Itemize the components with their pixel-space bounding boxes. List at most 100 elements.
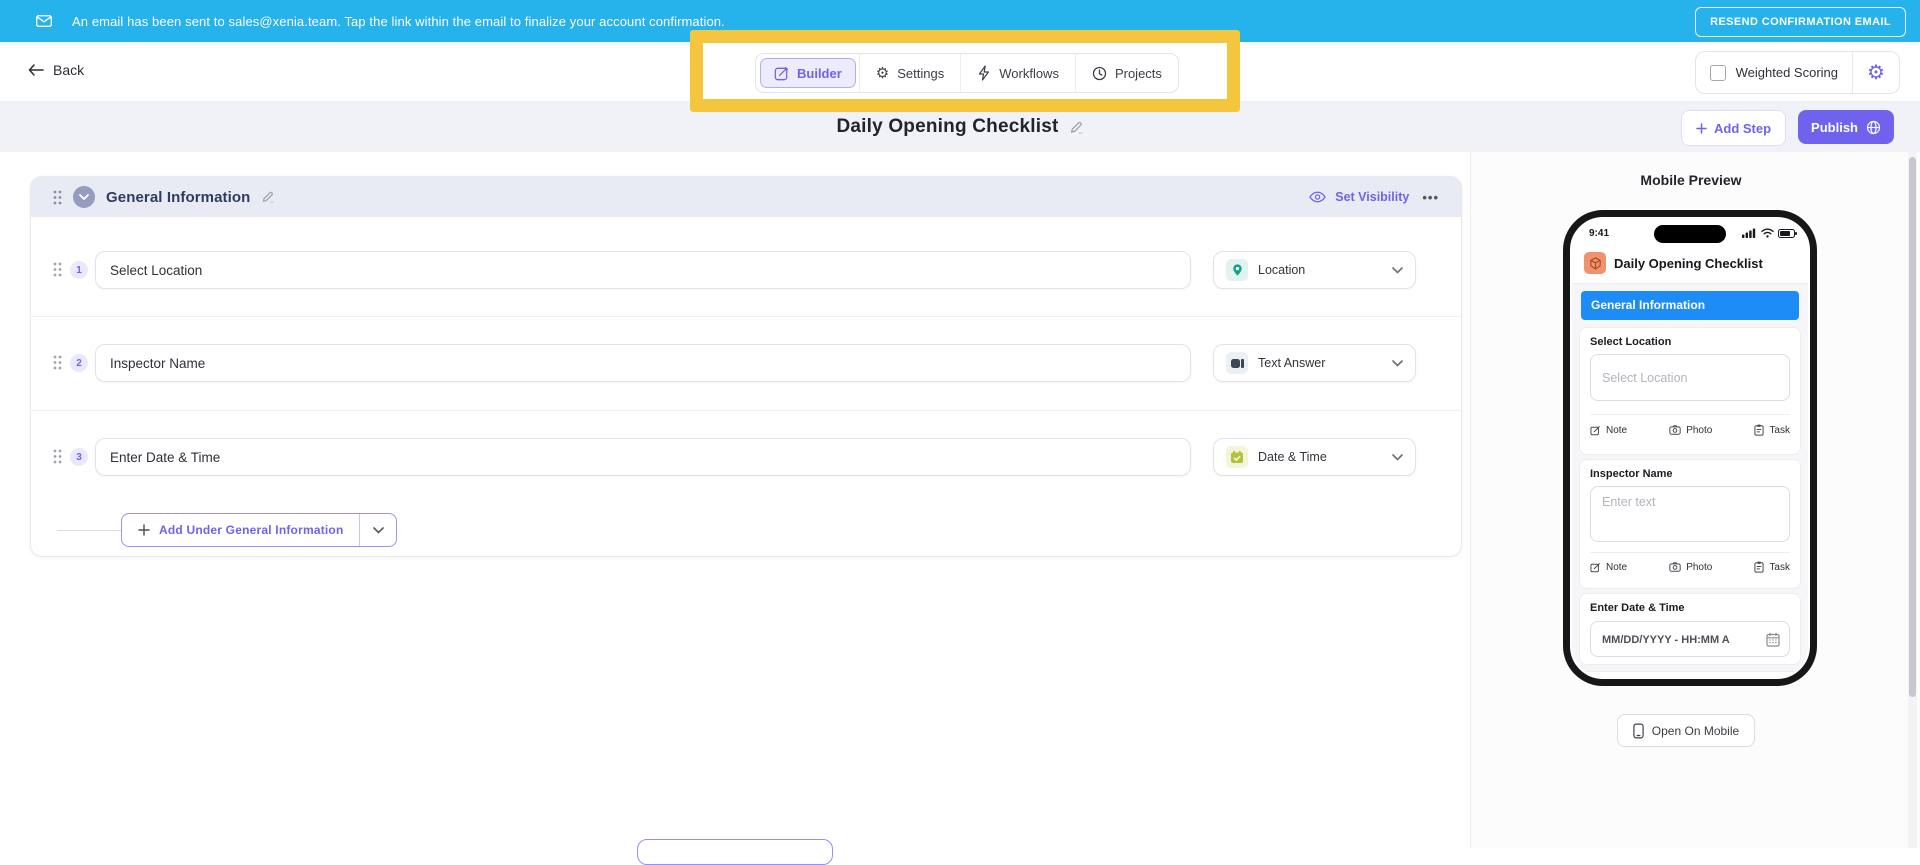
note-action: Note <box>1590 561 1627 573</box>
scrollbar <box>1908 152 1917 848</box>
publish-label: Publish <box>1811 119 1858 135</box>
calendar-icon <box>1766 632 1780 647</box>
phone-header: 9:41 Daily Opening Checklist <box>1572 219 1808 284</box>
pencil-square-icon <box>774 66 789 81</box>
step-number-badge: 1 <box>70 261 88 279</box>
add-step-button[interactable]: Add Step <box>1680 110 1787 146</box>
clock-icon <box>1092 66 1107 81</box>
publish-button[interactable]: Publish <box>1798 110 1894 144</box>
add-under-label: Add Under General Information <box>159 523 344 537</box>
step-row: 2 Text Answer <box>31 344 1463 382</box>
phone-screen: 9:41 Daily Opening Checklist General Inf… <box>1572 219 1808 677</box>
step-type-select[interactable]: Text Answer <box>1213 344 1416 382</box>
section-title: General Information <box>106 188 251 206</box>
section-card: General Information Set Visibility ••• 1… <box>30 176 1462 557</box>
weighted-scoring-label: Weighted Scoring <box>1735 65 1838 80</box>
set-visibility-button[interactable]: Set Visibility <box>1335 190 1409 204</box>
section-header: General Information Set Visibility ••• <box>31 177 1461 217</box>
chevron-down-icon <box>79 194 89 200</box>
step-label-input[interactable] <box>95 251 1191 289</box>
page-title: Daily Opening Checklist <box>836 116 1059 137</box>
dynamic-island <box>1654 225 1726 243</box>
phone-field-card: Inspector Name Enter text Note Photo Tas… <box>1579 459 1801 589</box>
email-icon <box>36 15 52 27</box>
note-action: Note <box>1590 424 1627 436</box>
edit-title-pencil-icon[interactable] <box>1069 120 1084 135</box>
scrollbar-thumb[interactable] <box>1909 157 1916 697</box>
drag-handle[interactable] <box>53 262 62 277</box>
phone-app-title: Daily Opening Checklist <box>1614 256 1763 271</box>
gear-icon: ⚙ <box>875 64 890 82</box>
back-button[interactable]: Back <box>28 62 84 78</box>
step-type-label: Location <box>1258 263 1306 277</box>
edit-section-pencil-icon[interactable] <box>261 190 275 204</box>
text-answer-icon <box>1226 352 1248 374</box>
gear-icon: ⚙ <box>1867 61 1885 84</box>
divider <box>1590 414 1790 415</box>
collapse-section-button[interactable] <box>73 186 95 208</box>
step-row: 3 Date & Time <box>31 438 1463 476</box>
mobile-preview-panel: Mobile Preview 9:41 Daily Opening Checkl… <box>1471 152 1920 848</box>
step-type-select[interactable]: Location <box>1213 251 1416 289</box>
eye-icon <box>1309 191 1327 203</box>
signal-icon <box>1742 228 1757 238</box>
phone-date-input: MM/DD/YYYY - HH:MM A <box>1590 621 1790 657</box>
more-options-button[interactable]: ••• <box>1422 190 1439 205</box>
chevron-down-icon <box>1392 266 1403 274</box>
globe-icon <box>1866 120 1881 135</box>
step-number-badge: 2 <box>70 354 88 372</box>
divider <box>1590 552 1790 553</box>
step-type-select[interactable]: Date & Time <box>1213 438 1416 476</box>
phone-section-header: General Information <box>1581 291 1799 320</box>
add-under-chevron-button[interactable] <box>359 514 396 546</box>
step-label-input[interactable] <box>95 344 1191 382</box>
tab-builder[interactable]: Builder <box>760 58 856 88</box>
tab-settings[interactable]: ⚙ Settings <box>858 54 960 92</box>
weighted-scoring-checkbox[interactable] <box>1709 64 1726 81</box>
mobile-preview-title: Mobile Preview <box>1640 172 1742 188</box>
plus-icon <box>138 524 150 536</box>
weighted-scoring-group: Weighted Scoring ⚙ <box>1694 51 1900 94</box>
mobile-phone-icon <box>1633 723 1644 739</box>
row-divider <box>31 410 1461 411</box>
chevron-down-icon <box>1392 359 1403 367</box>
tab-projects[interactable]: Projects <box>1074 54 1178 92</box>
back-arrow-icon <box>28 64 44 76</box>
chevron-down-icon <box>1392 453 1403 461</box>
drag-handle[interactable] <box>53 355 62 370</box>
task-action: Task <box>1754 561 1790 573</box>
tab-label: Builder <box>797 65 842 81</box>
step-type-label: Date & Time <box>1258 450 1327 464</box>
photo-icon <box>1669 425 1681 435</box>
drag-handle[interactable] <box>53 449 62 464</box>
photo-action: Photo <box>1669 424 1712 436</box>
confirmation-banner: An email has been sent to sales@xenia.te… <box>0 0 1920 42</box>
task-icon <box>1754 561 1765 573</box>
add-under-split-button: Add Under General Information <box>121 513 398 547</box>
task-icon <box>1754 424 1765 436</box>
plus-icon <box>1696 122 1707 134</box>
step-label-input[interactable] <box>95 438 1191 476</box>
phone-field-input: Select Location <box>1590 354 1790 401</box>
step-row: 1 Location <box>31 251 1463 289</box>
battery-icon <box>1778 228 1797 238</box>
step-number-badge: 3 <box>70 448 88 466</box>
settings-gear-button[interactable]: ⚙ <box>1853 63 1899 83</box>
tab-bar: Builder ⚙ Settings Workflows Projects <box>755 53 1179 93</box>
phone-mockup: 9:41 Daily Opening Checklist General Inf… <box>1563 210 1817 686</box>
resend-confirmation-button[interactable]: RESEND CONFIRMATION EMAIL <box>1695 7 1906 37</box>
title-strip: Daily Opening Checklist Add Step Publish <box>0 102 1920 152</box>
open-on-mobile-button[interactable]: Open On Mobile <box>1617 714 1755 747</box>
tab-label: Settings <box>897 65 945 81</box>
tab-workflows[interactable]: Workflows <box>960 54 1075 92</box>
photo-icon <box>1669 562 1681 572</box>
step-type-label: Text Answer <box>1258 356 1326 370</box>
phone-field-card: Enter Date & Time MM/DD/YYYY - HH:MM A <box>1579 593 1801 665</box>
photo-action: Photo <box>1669 561 1712 573</box>
add-under-button[interactable]: Add Under General Information <box>122 514 359 546</box>
phone-field-label: Inspector Name <box>1590 468 1673 480</box>
tab-label: Projects <box>1114 65 1162 81</box>
drag-handle[interactable] <box>53 190 62 205</box>
add-section-button-partial[interactable] <box>637 839 833 865</box>
tab-label: Workflows <box>999 65 1059 81</box>
